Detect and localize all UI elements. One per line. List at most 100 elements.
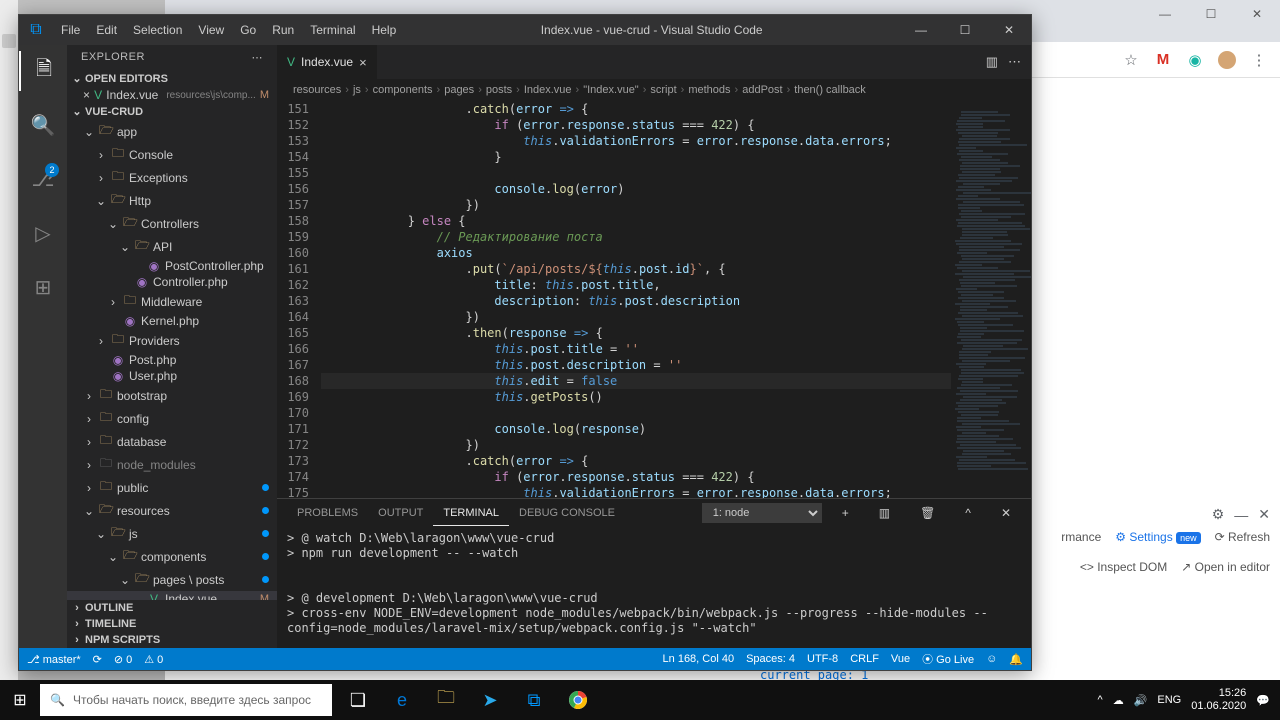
maximize-panel-icon[interactable]: ^ bbox=[955, 500, 981, 526]
bookmark-star-icon[interactable]: ☆ bbox=[1122, 51, 1140, 69]
menu-terminal[interactable]: Terminal bbox=[302, 17, 363, 43]
timeline-section[interactable]: ›TIMELINE bbox=[67, 616, 277, 632]
status-cursor-position[interactable]: Ln 168, Col 40 bbox=[663, 653, 735, 665]
tree-item[interactable]: ⌄🗁API bbox=[67, 235, 277, 258]
status-encoding[interactable]: UTF-8 bbox=[807, 653, 838, 665]
panel-tab-problems[interactable]: PROBLEMS bbox=[287, 501, 368, 525]
vscode-taskbar-icon[interactable]: ⧉ bbox=[512, 680, 556, 720]
tray-cloud-icon[interactable]: ☁ bbox=[1113, 694, 1124, 707]
tray-chevron-icon[interactable]: ^ bbox=[1098, 694, 1103, 706]
chrome-maximize-button[interactable]: ☐ bbox=[1188, 0, 1234, 30]
gmail-icon[interactable]: M bbox=[1154, 51, 1172, 69]
devtools-tab-settings[interactable]: ⚙ Settings new bbox=[1115, 530, 1200, 544]
breadcrumb[interactable]: resources › js › components › pages › po… bbox=[277, 79, 1031, 101]
vscode-close-button[interactable]: ✕ bbox=[987, 15, 1031, 45]
editor-body[interactable]: 151 152 153 154 155 156 157 158 159 160 … bbox=[277, 101, 1031, 498]
status-language[interactable]: Vue bbox=[891, 653, 910, 665]
tree-item[interactable]: ›🗀config bbox=[67, 407, 277, 430]
devtools-minimize-icon[interactable]: — bbox=[1234, 507, 1248, 523]
tree-item[interactable]: ⌄🗁Controllers bbox=[67, 212, 277, 235]
devtools-close-icon[interactable]: ✕ bbox=[1258, 506, 1270, 523]
tab-close-icon[interactable]: × bbox=[359, 55, 367, 70]
activity-search-icon[interactable]: 🔍 bbox=[19, 105, 67, 145]
minimap[interactable] bbox=[951, 101, 1031, 498]
npm-scripts-section[interactable]: ›NPM SCRIPTS bbox=[67, 632, 277, 648]
tree-item[interactable]: ◉Kernel.php bbox=[67, 313, 277, 329]
edge-icon[interactable]: e bbox=[380, 680, 424, 720]
terminal-selector[interactable]: 1: node bbox=[702, 503, 822, 523]
status-eol[interactable]: CRLF bbox=[850, 653, 879, 665]
devtools-settings-icon[interactable]: ⚙ bbox=[1212, 506, 1225, 523]
tree-item[interactable]: ⌄🗁resources bbox=[67, 499, 277, 522]
chrome-minimize-button[interactable]: — bbox=[1142, 0, 1188, 30]
kill-terminal-icon[interactable]: 🗑 bbox=[910, 500, 945, 526]
tree-item[interactable]: VIndex.vueM bbox=[67, 591, 277, 600]
explorer-more-icon[interactable]: ⋯ bbox=[252, 51, 264, 64]
status-branch[interactable]: ⎇ master* bbox=[27, 653, 81, 666]
tree-item[interactable]: ›🗀node_modules bbox=[67, 453, 277, 476]
tree-item[interactable]: ◉Controller.php bbox=[67, 274, 277, 290]
tray-clock[interactable]: 15:26 01.06.2020 bbox=[1191, 687, 1246, 713]
menu-file[interactable]: File bbox=[53, 17, 88, 43]
panel-tab-output[interactable]: OUTPUT bbox=[368, 501, 433, 525]
telegram-icon[interactable]: ➤ bbox=[468, 680, 512, 720]
terminal-body[interactable]: > @ watch D:\Web\laragon\www\vue-crud > … bbox=[277, 527, 1031, 648]
editor-tab[interactable]: V Index.vue × bbox=[277, 45, 378, 79]
editor-more-icon[interactable]: ⋯ bbox=[1008, 54, 1021, 70]
tree-item[interactable]: ⌄🗁app bbox=[67, 120, 277, 143]
status-feedback-icon[interactable]: ☺ bbox=[986, 653, 997, 665]
activity-extensions-icon[interactable]: ⊞ bbox=[19, 267, 67, 307]
task-view-icon[interactable]: ❏ bbox=[336, 680, 380, 720]
split-terminal-icon[interactable]: ▥ bbox=[869, 500, 900, 526]
chrome-close-button[interactable]: ✕ bbox=[1234, 0, 1280, 30]
menu-help[interactable]: Help bbox=[364, 17, 405, 43]
status-indent[interactable]: Spaces: 4 bbox=[746, 653, 795, 665]
file-explorer-icon[interactable]: 🗀 bbox=[424, 680, 468, 720]
tree-item[interactable]: ›🗀Exceptions bbox=[67, 166, 277, 189]
tree-item[interactable]: ◉User.php bbox=[67, 368, 277, 384]
status-golive[interactable]: ⦿ Go Live bbox=[922, 651, 974, 667]
new-terminal-icon[interactable]: + bbox=[832, 500, 859, 526]
tray-notifications-icon[interactable]: 💬 bbox=[1256, 694, 1270, 707]
split-editor-icon[interactable]: ▥ bbox=[986, 54, 998, 70]
menu-run[interactable]: Run bbox=[264, 17, 302, 43]
open-editors-section[interactable]: ⌄OPEN EDITORS bbox=[67, 70, 277, 87]
tree-item[interactable]: ›🗀database bbox=[67, 430, 277, 453]
tree-item[interactable]: ›🗀public bbox=[67, 476, 277, 499]
activity-explorer-icon[interactable]: 🗎 bbox=[19, 51, 67, 91]
extension-icon[interactable]: ◉ bbox=[1186, 51, 1204, 69]
tree-item[interactable]: ⌄🗁Http bbox=[67, 189, 277, 212]
panel-tab-terminal[interactable]: TERMINAL bbox=[433, 501, 509, 526]
status-warnings[interactable]: ⚠ 0 bbox=[144, 653, 163, 666]
close-panel-icon[interactable]: ✕ bbox=[991, 500, 1021, 526]
activity-debug-icon[interactable]: ▷ bbox=[19, 213, 67, 253]
status-sync-icon[interactable]: ⟳ bbox=[93, 653, 102, 666]
vscode-maximize-button[interactable]: ☐ bbox=[943, 15, 987, 45]
devtools-inspect-dom[interactable]: <> Inspect DOM bbox=[1080, 560, 1167, 574]
tree-item[interactable]: ›🗀Providers bbox=[67, 329, 277, 352]
tree-item[interactable]: ›🗀bootstrap bbox=[67, 384, 277, 407]
tree-item[interactable]: ›🗀Middleware bbox=[67, 290, 277, 313]
chrome-taskbar-icon[interactable] bbox=[556, 680, 600, 720]
start-button[interactable]: ⊞ bbox=[0, 680, 40, 720]
menu-selection[interactable]: Selection bbox=[125, 17, 190, 43]
status-errors[interactable]: ⊘ 0 bbox=[114, 653, 132, 666]
tree-item[interactable]: ⌄🗁js bbox=[67, 522, 277, 545]
tray-language[interactable]: ENG bbox=[1157, 694, 1181, 706]
devtools-tab-performance[interactable]: rmance bbox=[1061, 530, 1101, 544]
profile-avatar[interactable] bbox=[1218, 51, 1236, 69]
panel-tab-debug-console[interactable]: DEBUG CONSOLE bbox=[509, 501, 625, 525]
devtools-refresh-button[interactable]: ⟳ Refresh bbox=[1215, 530, 1270, 544]
menu-go[interactable]: Go bbox=[232, 17, 264, 43]
tray-volume-icon[interactable]: 🔊 bbox=[1134, 694, 1148, 707]
status-bell-icon[interactable]: 🔔 bbox=[1009, 653, 1023, 666]
activity-scm-icon[interactable]: ⎇2 bbox=[19, 159, 67, 199]
tree-item[interactable]: ⌄🗁components bbox=[67, 545, 277, 568]
project-section[interactable]: ⌄VUE-CRUD bbox=[67, 103, 277, 120]
outline-section[interactable]: ›OUTLINE bbox=[67, 600, 277, 616]
taskbar-search[interactable]: 🔍 Чтобы начать поиск, введите здесь запр… bbox=[40, 684, 332, 716]
chrome-menu-icon[interactable]: ⋮ bbox=[1250, 51, 1268, 69]
tree-item[interactable]: ◉Post.php bbox=[67, 352, 277, 368]
menu-view[interactable]: View bbox=[190, 17, 232, 43]
tree-item[interactable]: ›🗀Console bbox=[67, 143, 277, 166]
